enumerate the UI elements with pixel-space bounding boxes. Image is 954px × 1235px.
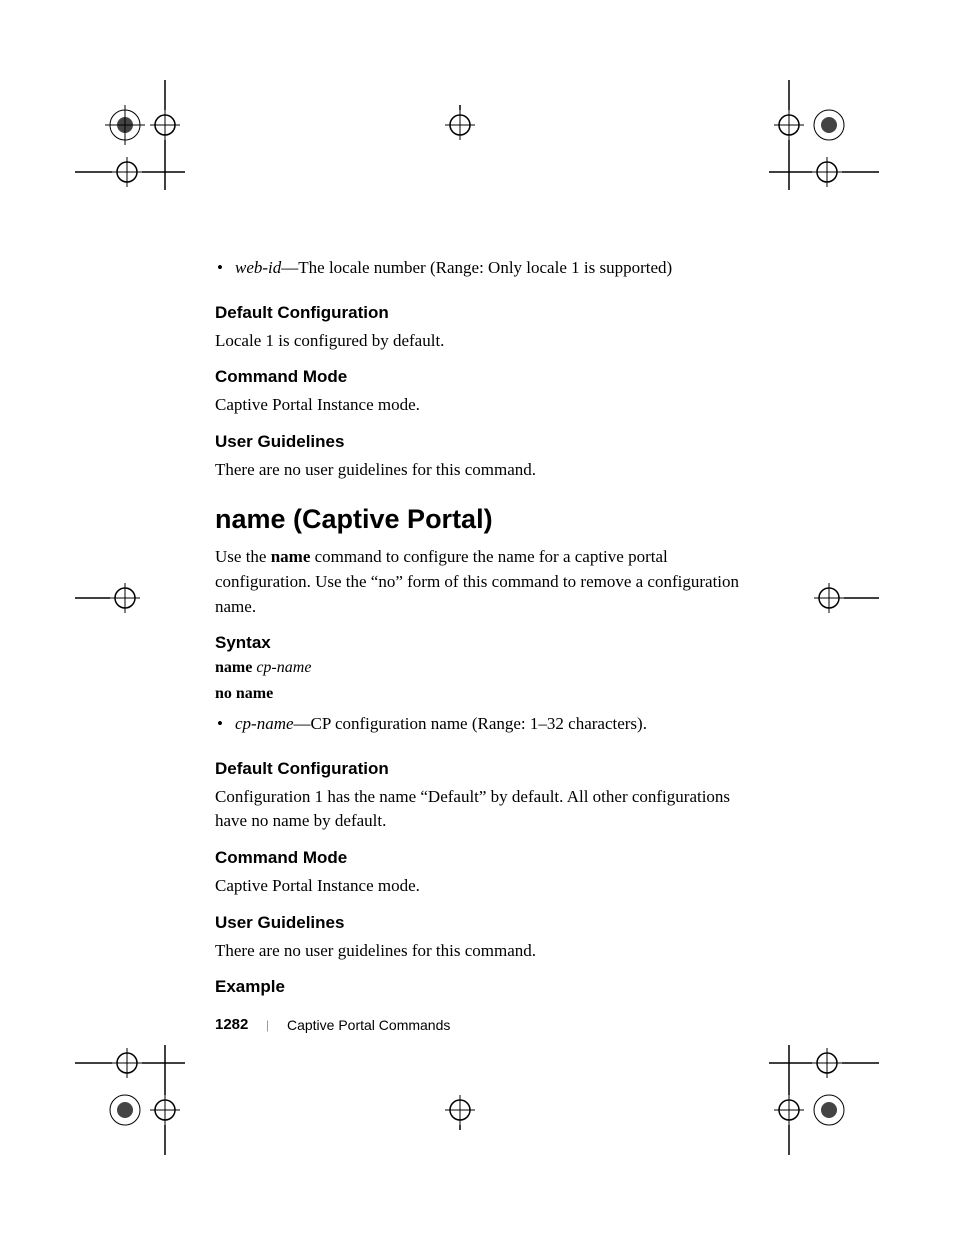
crop-mark-top-left xyxy=(75,80,185,190)
chapter-title: Captive Portal Commands xyxy=(287,1017,450,1033)
body-user-guidelines-2: There are no user guidelines for this co… xyxy=(215,939,745,964)
page-number: 1282 xyxy=(215,1016,248,1033)
param-bullet-webid: web-id—The locale number (Range: Only lo… xyxy=(235,255,745,281)
heading-command-mode-2: Command Mode xyxy=(215,848,745,868)
page-content: web-id—The locale number (Range: Only lo… xyxy=(215,255,745,1003)
crop-mark-bottom-mid xyxy=(440,1075,480,1130)
crop-mark-bottom-left xyxy=(75,1045,185,1155)
crop-mark-top-mid xyxy=(440,105,480,160)
param-desc: —CP configuration name (Range: 1–32 char… xyxy=(294,714,647,733)
crop-mark-bottom-right xyxy=(769,1045,879,1155)
param-bullet-cpname: cp-name—CP configuration name (Range: 1–… xyxy=(235,711,745,737)
heading-command-mode-1: Command Mode xyxy=(215,367,745,387)
body-intro: Use the name command to configure the na… xyxy=(215,545,745,619)
crop-mark-top-right xyxy=(769,80,879,190)
footer-divider: | xyxy=(266,1017,269,1033)
syntax-line-1: name cp-name xyxy=(215,659,745,677)
heading-default-config-1: Default Configuration xyxy=(215,303,745,323)
body-user-guidelines-1: There are no user guidelines for this co… xyxy=(215,458,745,483)
body-default-config-2: Configuration 1 has the name “Default” b… xyxy=(215,785,745,834)
heading-name-captive-portal: name (Captive Portal) xyxy=(215,504,745,535)
param-name: web-id xyxy=(235,258,281,277)
page-footer: 1282 | Captive Portal Commands xyxy=(215,1016,450,1033)
body-command-mode-1: Captive Portal Instance mode. xyxy=(215,393,745,418)
heading-syntax: Syntax xyxy=(215,633,745,653)
syntax-line-2: no name xyxy=(215,685,745,703)
heading-default-config-2: Default Configuration xyxy=(215,759,745,779)
body-default-config-1: Locale 1 is configured by default. xyxy=(215,329,745,354)
crop-mark-left-mid xyxy=(75,578,145,618)
heading-user-guidelines-1: User Guidelines xyxy=(215,432,745,452)
crop-mark-right-mid xyxy=(809,578,879,618)
heading-user-guidelines-2: User Guidelines xyxy=(215,913,745,933)
param-desc: —The locale number (Range: Only locale 1… xyxy=(281,258,672,277)
heading-example: Example xyxy=(215,977,745,997)
param-name: cp-name xyxy=(235,714,294,733)
body-command-mode-2: Captive Portal Instance mode. xyxy=(215,874,745,899)
